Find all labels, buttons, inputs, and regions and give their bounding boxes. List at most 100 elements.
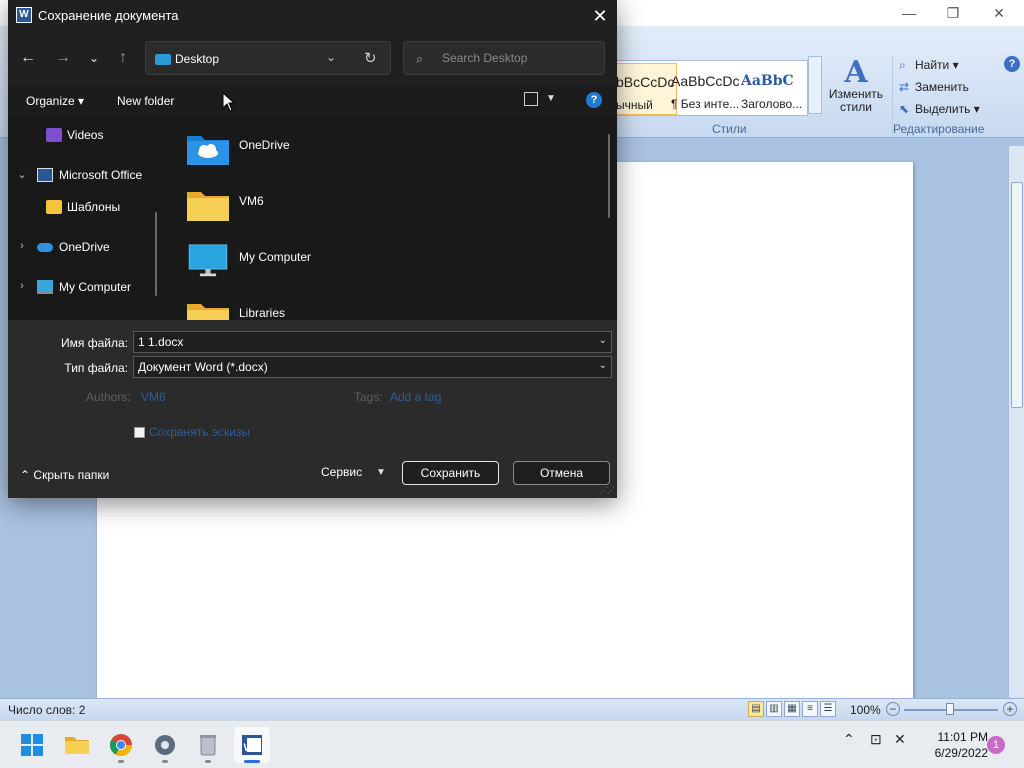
list-item[interactable]: My Computer (186, 242, 586, 290)
chrome-button[interactable] (103, 727, 139, 763)
desktop-icon (155, 54, 171, 65)
tree-item-microsoft-office[interactable]: ⌄ Microsoft Office (8, 164, 158, 188)
tree-item-templates[interactable]: Шаблоны (8, 196, 158, 220)
view-options-icon[interactable] (524, 92, 538, 106)
hide-folders-label: Скрыть папки (33, 468, 110, 482)
address-bar[interactable]: Desktop ⌄ ↻ (145, 41, 391, 75)
help-icon[interactable]: ? (1004, 56, 1020, 72)
dialog-titlebar[interactable]: W Сохранение документа ✕ (8, 0, 617, 32)
up-arrow-icon[interactable]: ↑ (111, 46, 135, 70)
organize-button[interactable]: Organize ▾ (26, 94, 84, 108)
filename-label: Имя файла: (61, 336, 128, 350)
hide-folders-button[interactable]: ⌃ Скрыть папки (20, 468, 109, 482)
list-item[interactable]: VM6 (186, 186, 586, 234)
file-explorer-icon (65, 737, 89, 754)
vertical-scrollbar[interactable] (1008, 146, 1024, 698)
onedrive-folder-icon (187, 136, 229, 165)
view-buttons: ▤ ▥ ▦ ≡ ☰ (748, 701, 840, 719)
chevron-right-icon[interactable]: › (16, 280, 28, 292)
filetype-select[interactable]: Документ Word (*.docx) ⌄ (133, 356, 612, 378)
back-arrow-icon[interactable]: ← (16, 46, 40, 70)
save-button[interactable]: Сохранить (402, 461, 499, 485)
resize-grip-icon[interactable]: ⋰⋰ (600, 486, 615, 495)
cancel-button[interactable]: Отмена (513, 461, 610, 485)
chevron-up-icon[interactable]: ⌃ (843, 731, 855, 748)
save-thumbnails-checkbox[interactable] (134, 427, 145, 438)
outline-icon[interactable]: ≡ (802, 701, 818, 717)
chevron-up-icon: ⌃ (20, 468, 31, 482)
dialog-title: Сохранение документа (38, 8, 179, 23)
zoom-in-icon[interactable]: + (1003, 702, 1017, 716)
notification-badge[interactable]: 1 (987, 736, 1005, 754)
settings-button[interactable] (147, 727, 183, 763)
word-count[interactable]: Число слов: 2 (8, 703, 85, 717)
replace-label: Заменить (915, 80, 969, 94)
quick-styles-gallery: bBcCcDc ычный AaBbCcDc ¶ Без инте... AaB… (612, 60, 808, 116)
running-indicator (162, 760, 168, 763)
refresh-icon[interactable]: ↻ (364, 49, 377, 67)
word-icon: W (242, 735, 262, 755)
scroll-thumb[interactable] (1011, 182, 1023, 408)
replace-button[interactable]: ⇄ Заменить (899, 80, 969, 94)
tree-item-onedrive[interactable]: › OneDrive (8, 236, 158, 260)
style-name: Заголово... (741, 97, 803, 111)
help-icon[interactable]: ? (586, 92, 602, 108)
draft-icon[interactable]: ☰ (820, 701, 836, 717)
zoom-out-icon[interactable]: − (886, 702, 900, 716)
style-heading[interactable]: AaBbC Заголово... (739, 63, 803, 115)
select-label: Выделить (915, 102, 971, 116)
chevron-down-icon[interactable]: ▼ (546, 93, 556, 104)
file-name: Libraries (239, 306, 286, 320)
zoom-level[interactable]: 100% (850, 703, 881, 717)
zoom-slider-handle[interactable] (946, 703, 954, 715)
file-explorer-button[interactable] (59, 727, 95, 763)
style-sample: AaBbC (741, 73, 794, 89)
tree-item-videos[interactable]: Videos (8, 124, 158, 148)
chevron-down-icon[interactable]: ⌄ (599, 360, 607, 371)
chrome-icon (110, 734, 132, 756)
clock[interactable]: 11:01 PM 6/29/2022 (918, 729, 988, 761)
filename-field[interactable]: 1 1.docx ⌄ (133, 331, 612, 353)
maximize-button[interactable]: ❐ (930, 0, 976, 26)
authors-value[interactable]: VM6 (141, 390, 166, 404)
recent-locations-icon[interactable]: ⌄ (82, 46, 106, 70)
find-button[interactable]: ⌕ Найти ▾ (899, 58, 959, 73)
nav-pane-scrollbar[interactable] (155, 212, 157, 296)
network-icon[interactable]: ⊡ (870, 731, 882, 748)
tags-input[interactable]: Add a tag (390, 390, 441, 404)
change-styles-button[interactable]: A Изменить стили (828, 58, 884, 118)
style-sample: AaBbCcDc (671, 73, 740, 89)
tools-button[interactable]: Сервис (321, 465, 362, 479)
close-icon[interactable]: ✕ (583, 0, 617, 32)
web-layout-icon[interactable]: ▦ (784, 701, 800, 717)
reading-layout-icon[interactable]: ▥ (766, 701, 782, 717)
search-input[interactable] (442, 51, 592, 65)
binoculars-icon: ⌕ (899, 58, 906, 72)
forward-arrow-icon[interactable]: → (51, 46, 75, 70)
running-indicator (205, 760, 211, 763)
chevron-down-icon[interactable]: ▼ (376, 467, 386, 478)
select-button[interactable]: ⬉ Выделить ▾ (899, 102, 980, 116)
volume-muted-icon[interactable]: ✕ (894, 731, 906, 748)
style-no-spacing[interactable]: AaBbCcDc ¶ Без инте... (669, 63, 739, 115)
new-folder-button[interactable]: New folder (117, 94, 174, 108)
list-item[interactable]: Libraries (186, 298, 586, 320)
file-list-scrollbar[interactable] (608, 134, 610, 218)
print-layout-icon[interactable]: ▤ (748, 701, 764, 717)
search-icon: ⌕ (416, 51, 424, 66)
word-taskbar-button[interactable]: W (234, 727, 270, 763)
close-button[interactable]: ✕ (976, 0, 1022, 26)
chevron-down-icon[interactable]: ⌄ (326, 50, 336, 64)
style-normal[interactable]: bBcCcDc ычный (613, 63, 677, 115)
recycle-bin-button[interactable] (190, 727, 226, 763)
list-item[interactable]: OneDrive (186, 130, 586, 178)
chevron-down-icon[interactable]: ⌄ (599, 335, 607, 346)
tree-item-my-computer[interactable]: › My Computer (8, 276, 158, 300)
chevron-down-icon[interactable]: ⌄ (16, 168, 28, 181)
chevron-right-icon[interactable]: › (16, 240, 28, 252)
styles-gallery-scroll[interactable] (808, 56, 822, 114)
start-button[interactable] (14, 727, 50, 763)
search-box[interactable]: ⌕ (403, 41, 605, 75)
minimize-button[interactable]: — (886, 0, 932, 26)
style-name: ычный (616, 98, 653, 112)
